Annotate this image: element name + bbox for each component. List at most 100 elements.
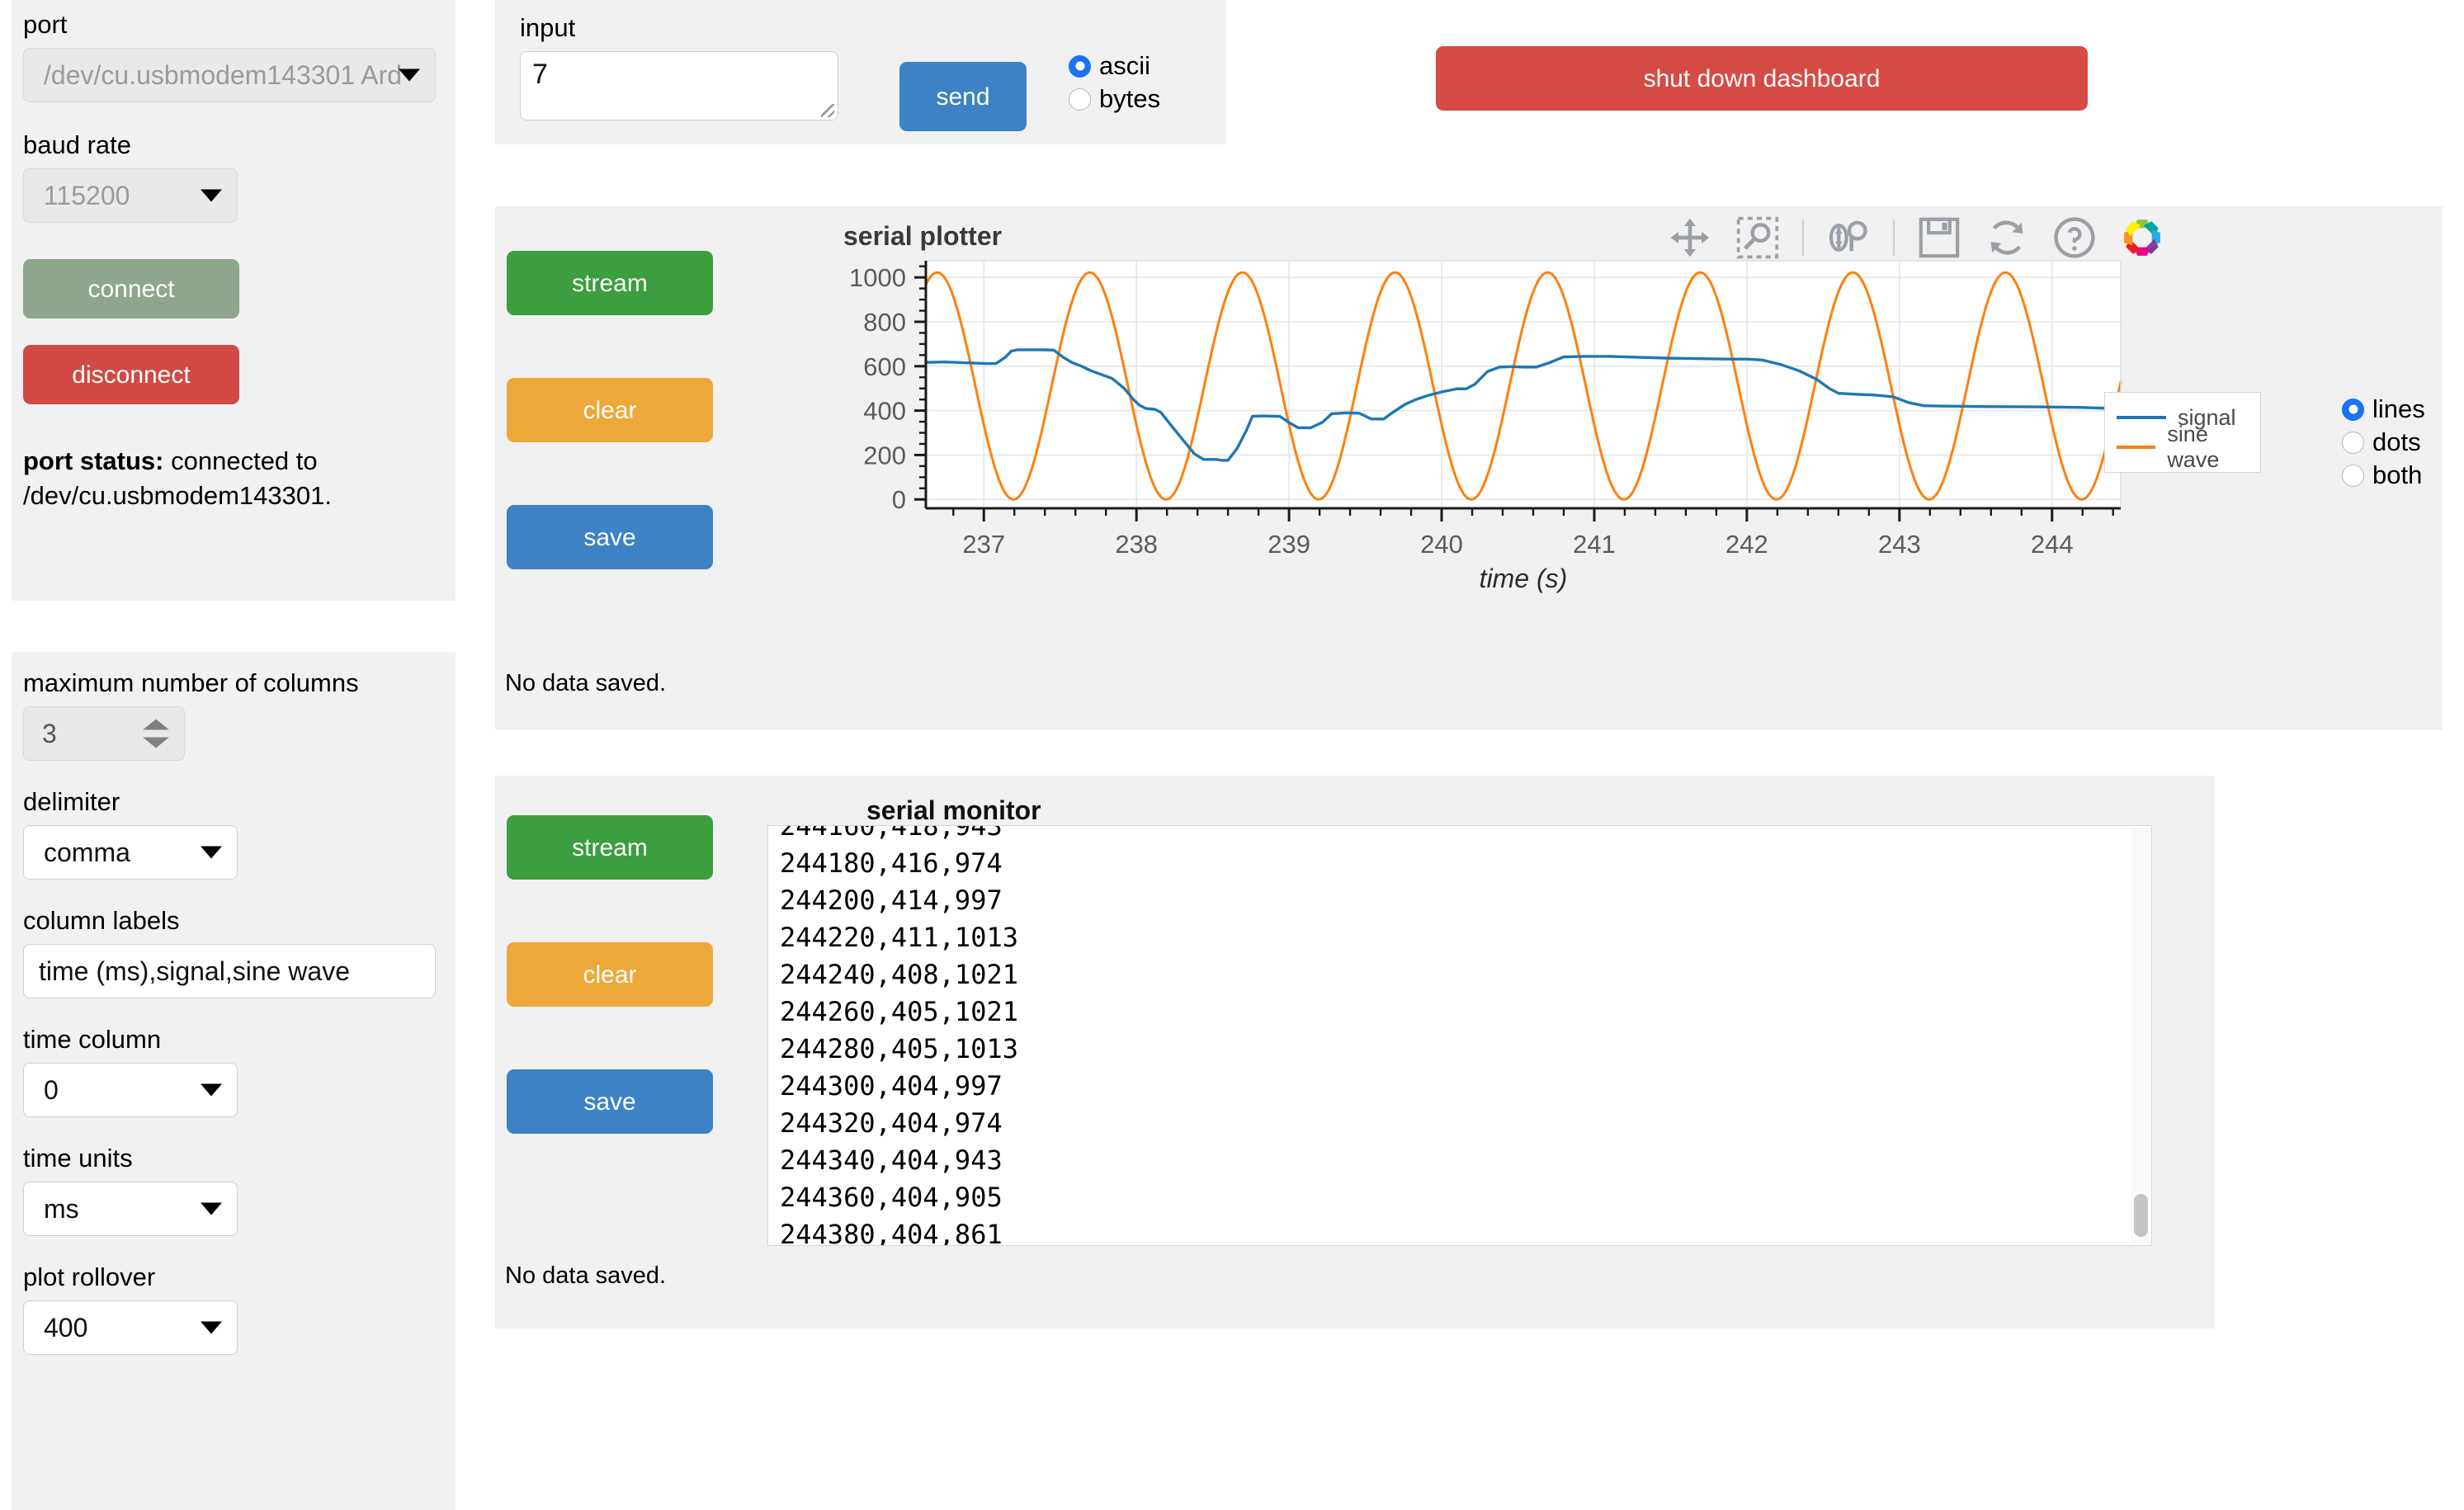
svg-text:600: 600 — [863, 352, 906, 381]
radio-bytes-label: bytes — [1099, 84, 1161, 113]
radio-lines-label: lines — [2372, 394, 2425, 423]
radio-option-ascii[interactable]: ascii — [1069, 51, 1160, 81]
delimiter-label: delimiter — [23, 787, 120, 816]
svg-text:400: 400 — [863, 397, 906, 426]
chevron-down-icon — [201, 846, 222, 859]
monitor-scrollbar-thumb[interactable] — [2134, 1194, 2148, 1237]
serial-input-textarea[interactable]: 7 — [520, 51, 838, 120]
plotter-clear-button[interactable]: clear — [507, 378, 713, 442]
serial-plotter-title: serial plotter — [843, 221, 1003, 251]
monitor-save-button[interactable]: save — [507, 1069, 713, 1134]
save-icon[interactable] — [1916, 215, 1962, 261]
radio-bytes-icon[interactable] — [1069, 87, 1091, 111]
radio-ascii-label: ascii — [1099, 51, 1151, 80]
svg-text:241: 241 — [1573, 530, 1616, 559]
send-button[interactable]: send — [899, 62, 1027, 131]
svg-text:200: 200 — [863, 441, 906, 470]
svg-text:243: 243 — [1878, 530, 1921, 559]
help-icon[interactable] — [2051, 215, 2098, 261]
radio-both-label: both — [2372, 460, 2423, 489]
monitor-scrollbar[interactable] — [2131, 828, 2150, 1243]
column-labels-input[interactable]: time (ms),signal,sine wave — [23, 944, 436, 998]
svg-text:800: 800 — [863, 308, 906, 337]
plotter-stream-button[interactable]: stream — [507, 251, 713, 315]
port-status-prefix: port status: — [23, 446, 164, 475]
plot-rollover-label: plot rollover — [23, 1262, 156, 1291]
svg-text:242: 242 — [1725, 530, 1768, 559]
baud-rate-label: baud rate — [23, 130, 131, 159]
svg-text:0: 0 — [892, 485, 906, 514]
chevron-down-icon — [201, 1202, 222, 1215]
svg-text:244: 244 — [2031, 530, 2074, 559]
radio-option-dots[interactable]: dots — [2342, 427, 2425, 457]
input-label: input — [520, 13, 576, 42]
column-labels-value: time (ms),signal,sine wave — [39, 956, 350, 986]
plot-svg[interactable]: 0 200 400 600 800 1000 237 238 239 240 241 242 243 24… — [767, 256, 2129, 594]
serial-monitor-lines: 244160,418,943 244180,416,974 244200,414… — [780, 825, 1018, 1246]
radio-option-lines[interactable]: lines — [2342, 394, 2425, 424]
svg-text:237: 237 — [962, 530, 1005, 559]
delimiter-select[interactable]: comma — [23, 825, 238, 880]
pan-icon[interactable] — [1667, 215, 1713, 272]
toolbar-divider — [1802, 219, 1804, 256]
time-units-select[interactable]: ms — [23, 1182, 238, 1236]
disconnect-button[interactable]: disconnect — [23, 345, 239, 404]
serial-monitor-card: serial monitor stream clear save No data… — [495, 776, 2215, 1328]
box-zoom-icon[interactable] — [1735, 215, 1781, 261]
legend-swatch-sine-wave — [2117, 446, 2156, 449]
plot-rollover-value: 400 — [44, 1312, 88, 1342]
port-status: port status: connected to /dev/cu.usbmod… — [12, 444, 399, 513]
serial-plotter-card: serial plotter stream clear save No data… — [495, 206, 2443, 730]
serial-monitor-output[interactable]: 244160,418,943 244180,416,974 244200,414… — [767, 825, 2152, 1246]
resize-handle-icon[interactable] — [821, 104, 834, 117]
connection-panel: port /dev/cu.usbmodem143301 Ard baud rat… — [12, 0, 456, 601]
time-column-select[interactable]: 0 — [23, 1063, 238, 1117]
stepper-down-icon[interactable] — [143, 737, 169, 748]
legend-swatch-signal — [2117, 416, 2166, 419]
stepper-arrows[interactable] — [143, 719, 169, 748]
time-units-label: time units — [23, 1144, 133, 1173]
toolbar-divider — [1893, 219, 1895, 256]
input-mode-radio-group: ascii bytes — [1069, 51, 1160, 114]
radio-ascii-icon[interactable] — [1069, 54, 1091, 78]
reset-icon[interactable] — [1984, 215, 2030, 261]
port-select[interactable]: /dev/cu.usbmodem143301 Ard — [23, 48, 436, 102]
bokeh-logo-icon[interactable] — [2119, 215, 2165, 261]
chevron-down-icon — [399, 68, 420, 82]
svg-text:238: 238 — [1115, 530, 1158, 559]
shut-down-dashboard-button[interactable]: shut down dashboard — [1436, 46, 2088, 111]
legend-label-sine-wave: sine wave — [2167, 422, 2220, 472]
bokeh-toolbar — [1667, 215, 2165, 272]
serial-input-value: 7 — [532, 59, 548, 90]
plot-legend: signal sine wave — [2104, 392, 2261, 473]
monitor-saved-status: No data saved. — [505, 1262, 667, 1289]
chevron-down-icon — [201, 1083, 222, 1097]
radio-dots-label: dots — [2372, 427, 2421, 456]
max-columns-value: 3 — [42, 718, 57, 748]
plotter-save-button[interactable]: save — [507, 505, 713, 569]
radio-dots-icon[interactable] — [2342, 431, 2364, 454]
radio-option-bytes[interactable]: bytes — [1069, 84, 1160, 114]
svg-text:time (s): time (s) — [1480, 564, 1568, 593]
radio-lines-icon[interactable] — [2342, 398, 2364, 421]
max-columns-label: maximum number of columns — [23, 668, 359, 697]
stepper-up-icon[interactable] — [143, 719, 169, 730]
baud-rate-select[interactable]: 115200 — [23, 168, 238, 223]
column-labels-label: column labels — [23, 906, 180, 935]
plotter-saved-status: No data saved. — [505, 670, 667, 696]
radio-option-both[interactable]: both — [2342, 460, 2425, 490]
max-columns-stepper[interactable]: 3 — [23, 706, 185, 761]
chevron-down-icon — [201, 189, 222, 202]
wheel-zoom-icon[interactable] — [1825, 215, 1872, 261]
delimiter-value: comma — [44, 837, 130, 867]
monitor-stream-button[interactable]: stream — [507, 815, 713, 880]
time-units-value: ms — [44, 1193, 79, 1224]
time-column-label: time column — [23, 1025, 162, 1054]
plot-canvas[interactable]: 0 200 400 600 800 1000 237 238 239 240 241 242 243 24… — [767, 256, 2129, 594]
monitor-clear-button[interactable]: clear — [507, 942, 713, 1007]
radio-both-icon[interactable] — [2342, 464, 2364, 487]
connect-button[interactable]: connect — [23, 259, 239, 319]
plot-rollover-select[interactable]: 400 — [23, 1300, 238, 1355]
serial-monitor-title: serial monitor — [866, 795, 1041, 825]
parameters-panel: maximum number of columns 3 delimiter co… — [12, 652, 456, 1510]
